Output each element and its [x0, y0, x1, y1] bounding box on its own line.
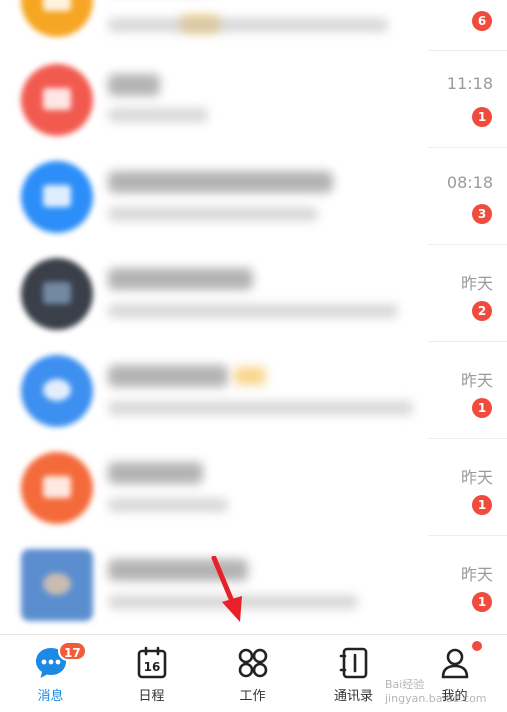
avatar — [21, 161, 93, 233]
avatar — [21, 355, 93, 427]
tab-label: 消息 — [37, 689, 64, 704]
tab-label: 日程 — [138, 689, 165, 704]
unread-badge: 6 — [472, 11, 492, 31]
annotation-arrow-icon — [211, 556, 242, 622]
unread-badge: 1 — [472, 107, 492, 127]
conversation-preview — [108, 108, 208, 122]
calendar-icon: 16 — [137, 646, 166, 679]
conversation-title — [108, 268, 253, 290]
conversation-row[interactable]: 6 — [0, 0, 507, 50]
conversation-row[interactable]: 昨天 1 — [0, 341, 507, 438]
unread-badge: 1 — [472, 398, 492, 418]
conversation-row[interactable]: 08:18 3 — [0, 147, 507, 244]
conversation-time: 昨天 — [460, 565, 493, 584]
unread-badge: 2 — [472, 301, 492, 321]
conversation-title — [108, 365, 228, 387]
tab-work[interactable]: 工作 — [202, 635, 303, 712]
notification-dot — [472, 641, 482, 651]
conversation-title — [108, 74, 160, 96]
conversation-time: 08:18 — [446, 173, 493, 192]
conversation-list[interactable]: 6 11:18 1 08:18 3 昨天 2 昨天 1 昨天 1 昨天 1 — [0, 0, 507, 632]
conversation-preview — [108, 401, 413, 415]
avatar — [21, 64, 93, 136]
conversation-time: 11:18 — [446, 74, 493, 93]
tab-schedule[interactable]: 16 日程 — [101, 635, 202, 712]
conversation-row[interactable]: 昨天 2 — [0, 244, 507, 341]
conversation-title — [108, 171, 333, 193]
avatar — [21, 549, 93, 621]
unread-total-badge: 17 — [58, 641, 87, 661]
avatar — [21, 258, 93, 330]
tab-label: 工作 — [239, 689, 266, 704]
conversation-preview — [108, 207, 318, 221]
conversation-time: 昨天 — [460, 468, 493, 487]
watermark: Bai经验 jingyan.baidu.com — [385, 678, 487, 705]
contacts-book-icon — [339, 647, 367, 679]
conversation-time: 昨天 — [460, 371, 493, 390]
conversation-preview — [108, 498, 228, 512]
calendar-day: 16 — [143, 660, 160, 674]
conversation-time: 昨天 — [460, 274, 493, 293]
unread-badge: 1 — [472, 592, 492, 612]
avatar — [21, 452, 93, 524]
unread-badge: 3 — [472, 204, 492, 224]
unread-badge: 1 — [472, 495, 492, 515]
grid-icon — [238, 648, 267, 678]
conversation-preview — [108, 18, 388, 32]
tab-messages[interactable]: 17 消息 — [0, 635, 101, 712]
avatar — [21, 0, 93, 37]
conversation-row[interactable]: 11:18 1 — [0, 50, 507, 147]
conversation-title — [108, 462, 203, 484]
conversation-row[interactable]: 昨天 1 — [0, 438, 507, 535]
conversation-preview — [108, 304, 398, 318]
